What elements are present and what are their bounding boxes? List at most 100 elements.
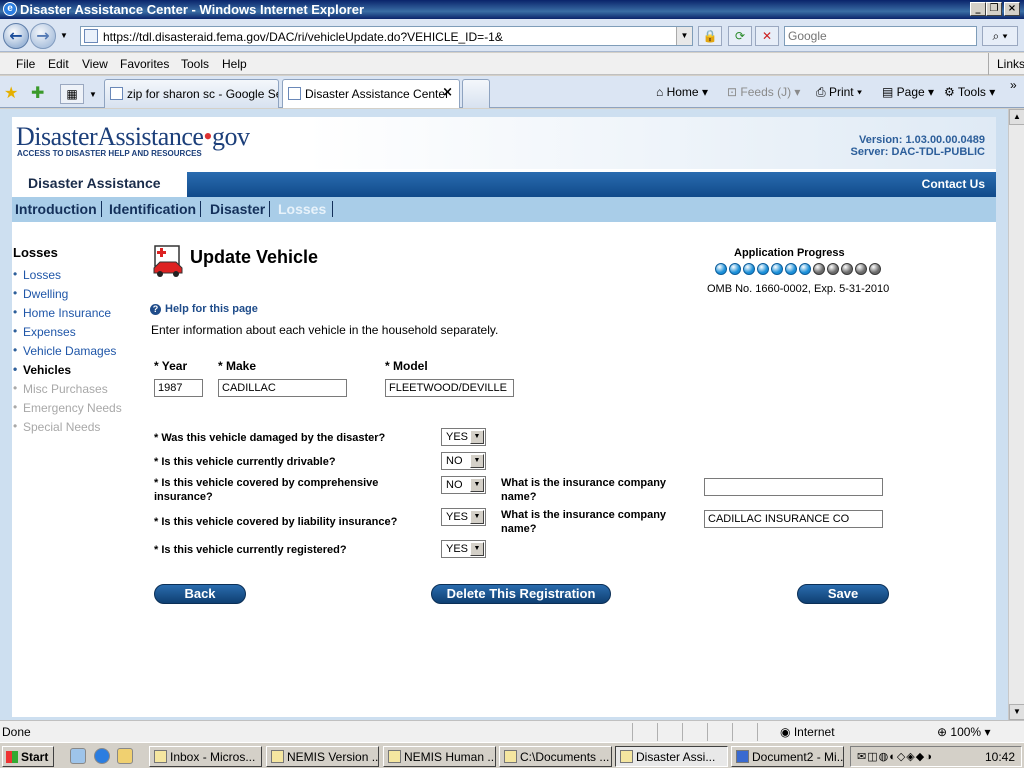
taskbar-item-inbox[interactable]: Inbox - Micros... — [149, 746, 262, 767]
progress-title: Application Progress — [734, 247, 845, 259]
tools-button[interactable]: ⚙ Tools ▾ — [944, 85, 995, 99]
comprehensive-company-input[interactable] — [704, 478, 883, 496]
nav-disaster[interactable]: Disaster — [210, 201, 271, 217]
drivable-select[interactable]: NO ▼ — [441, 452, 486, 470]
comprehensive-select[interactable]: NO ▼ — [441, 476, 486, 494]
nav-identification[interactable]: Identification — [109, 201, 202, 217]
close-window-icon[interactable]: × — [1004, 2, 1020, 16]
security-zone[interactable]: ◉ Internet — [780, 725, 835, 739]
history-dropdown-icon[interactable]: ▼ — [60, 31, 68, 40]
dropdown-arrow-icon[interactable]: ▼ — [470, 510, 484, 524]
version-text: Version: 1.03.00.00.0489 — [859, 134, 985, 146]
minimize-icon[interactable]: _ — [970, 2, 986, 16]
site-logo[interactable]: DisasterAssistance•gov ACCESS TO DISASTE… — [12, 117, 255, 161]
lock-icon[interactable]: 🔒 — [698, 26, 722, 46]
close-tab-icon[interactable]: × — [442, 85, 453, 100]
dropdown-arrow-icon[interactable]: ▼ — [470, 430, 484, 444]
liability-company-input[interactable] — [704, 510, 883, 528]
quicklaunch-desktop-icon[interactable] — [70, 748, 86, 764]
links-button[interactable]: Links — [988, 53, 1024, 75]
print-label: Print — [828, 85, 854, 99]
tab-list-dropdown-icon[interactable]: ▼ — [89, 90, 97, 99]
tab-disaster-assistance[interactable]: Disaster Assistance Center × — [282, 79, 460, 108]
search-input[interactable] — [785, 27, 976, 45]
nav-introduction[interactable]: Introduction — [15, 201, 102, 217]
taskbar-item-nemis-human[interactable]: NEMIS Human ... — [383, 746, 496, 767]
menu-edit[interactable]: Edit — [48, 57, 69, 71]
menu-bar: File Edit View Favorites Tools Help Link… — [0, 53, 1024, 75]
back-arrow-icon[interactable]: ← — [3, 23, 29, 49]
home-button[interactable]: ⌂ Home ▾ — [656, 85, 708, 99]
address-dropdown-icon[interactable]: ▼ — [676, 27, 692, 45]
delete-registration-button[interactable]: Delete This Registration — [431, 584, 611, 604]
address-url[interactable]: https://tdl.disasteraid.fema.gov/DAC/ri/… — [103, 30, 503, 44]
progress-dot — [813, 263, 825, 275]
search-box[interactable] — [784, 26, 977, 46]
forward-arrow-icon[interactable]: → — [30, 23, 56, 49]
menu-view[interactable]: View — [82, 57, 108, 71]
dropdown-arrow-icon[interactable]: ▼ — [470, 542, 484, 556]
save-button[interactable]: Save — [797, 584, 889, 604]
scroll-up-icon[interactable]: ▲ — [1009, 109, 1024, 125]
registered-value: YES — [446, 543, 469, 555]
stop-icon[interactable]: ✕ — [755, 26, 779, 46]
taskbar-item-nemis-version[interactable]: NEMIS Version ... — [266, 746, 379, 767]
contact-us-link[interactable]: Contact Us — [922, 177, 985, 191]
logo-wordmark: DisasterAssistance•gov — [16, 122, 250, 152]
vertical-scrollbar[interactable]: ▲ ▼ — [1008, 109, 1024, 720]
menu-file[interactable]: File — [16, 57, 35, 71]
page-button[interactable]: ▤ Page ▾ — [882, 85, 934, 99]
damaged-select[interactable]: YES ▼ — [441, 428, 486, 446]
liability-value: YES — [446, 511, 469, 523]
version-info: Version: 1.03.00.00.0489 Server: DAC-TDL… — [851, 134, 985, 158]
back-button[interactable]: Back — [154, 584, 246, 604]
folder-icon — [504, 750, 517, 763]
tab-google-search[interactable]: zip for sharon sc - Google Se... — [104, 79, 279, 108]
taskbar-item-label: Disaster Assi... — [636, 750, 716, 764]
make-input[interactable] — [218, 379, 347, 397]
menu-favorites[interactable]: Favorites — [120, 57, 169, 71]
menu-tools[interactable]: Tools — [181, 57, 209, 71]
refresh-icon[interactable]: ⟳ — [728, 26, 752, 46]
feeds-button[interactable]: ⊡ Feeds (J) ▾ — [727, 85, 800, 99]
new-tab-button[interactable] — [462, 79, 490, 108]
logo-name: DisasterAssistance — [16, 122, 204, 151]
model-input[interactable] — [385, 379, 514, 397]
sidebar-item-losses[interactable]: Losses — [13, 267, 143, 287]
taskbar-item-disaster-assistance[interactable]: Disaster Assi... — [615, 746, 728, 767]
dropdown-arrow-icon[interactable]: ▼ — [470, 454, 484, 468]
taskbar-item-document2[interactable]: Document2 - Mi... — [731, 746, 844, 767]
tray-icons[interactable]: ✉◫◍◐◇◈◆◑ — [857, 750, 933, 763]
liability-select[interactable]: YES ▼ — [441, 508, 486, 526]
more-commands-icon[interactable]: » — [1010, 78, 1017, 92]
search-icon[interactable]: ⌕ ▾ — [982, 26, 1018, 46]
add-favorite-icon[interactable]: ✚ — [31, 83, 44, 103]
registered-select[interactable]: YES ▼ — [441, 540, 486, 558]
sidebar-item-dwelling[interactable]: Dwelling — [13, 286, 143, 306]
sidebar-item-misc-purchases: Misc Purchases — [13, 381, 143, 401]
nav-losses[interactable]: Losses — [278, 201, 334, 217]
vehicle-losses-icon — [153, 245, 183, 277]
help-link[interactable]: ? Help for this page — [150, 303, 258, 315]
model-label: * Model — [385, 359, 428, 373]
sidebar-item-home-insurance[interactable]: Home Insurance — [13, 305, 143, 325]
scroll-down-icon[interactable]: ▼ — [1009, 704, 1024, 720]
address-field[interactable]: https://tdl.disasteraid.fema.gov/DAC/ri/… — [80, 26, 693, 46]
favorites-star-icon[interactable]: ★ — [4, 83, 18, 103]
menu-help[interactable]: Help — [222, 57, 247, 71]
section-title: Disaster Assistance — [12, 172, 187, 197]
quicklaunch-outlook-icon[interactable] — [117, 748, 133, 764]
quicklaunch-ie-icon[interactable] — [94, 748, 110, 764]
quick-tabs-icon[interactable]: ▦ — [60, 84, 84, 104]
restore-icon[interactable]: ❐ — [986, 2, 1002, 16]
progress-dot — [869, 263, 881, 275]
sidebar-item-expenses[interactable]: Expenses — [13, 324, 143, 344]
zoom-level[interactable]: ⊕ 100% ▾ — [937, 725, 990, 739]
dropdown-arrow-icon[interactable]: ▼ — [470, 478, 484, 492]
year-input[interactable] — [154, 379, 203, 397]
print-button[interactable]: ⎙ Print ▾ — [816, 85, 862, 100]
sidebar-item-vehicle-damages[interactable]: Vehicle Damages — [13, 343, 143, 363]
taskbar-item-documents[interactable]: C:\Documents ... — [499, 746, 612, 767]
drivable-question: * Is this vehicle currently drivable? — [154, 456, 336, 468]
start-button[interactable]: Start — [2, 746, 54, 767]
